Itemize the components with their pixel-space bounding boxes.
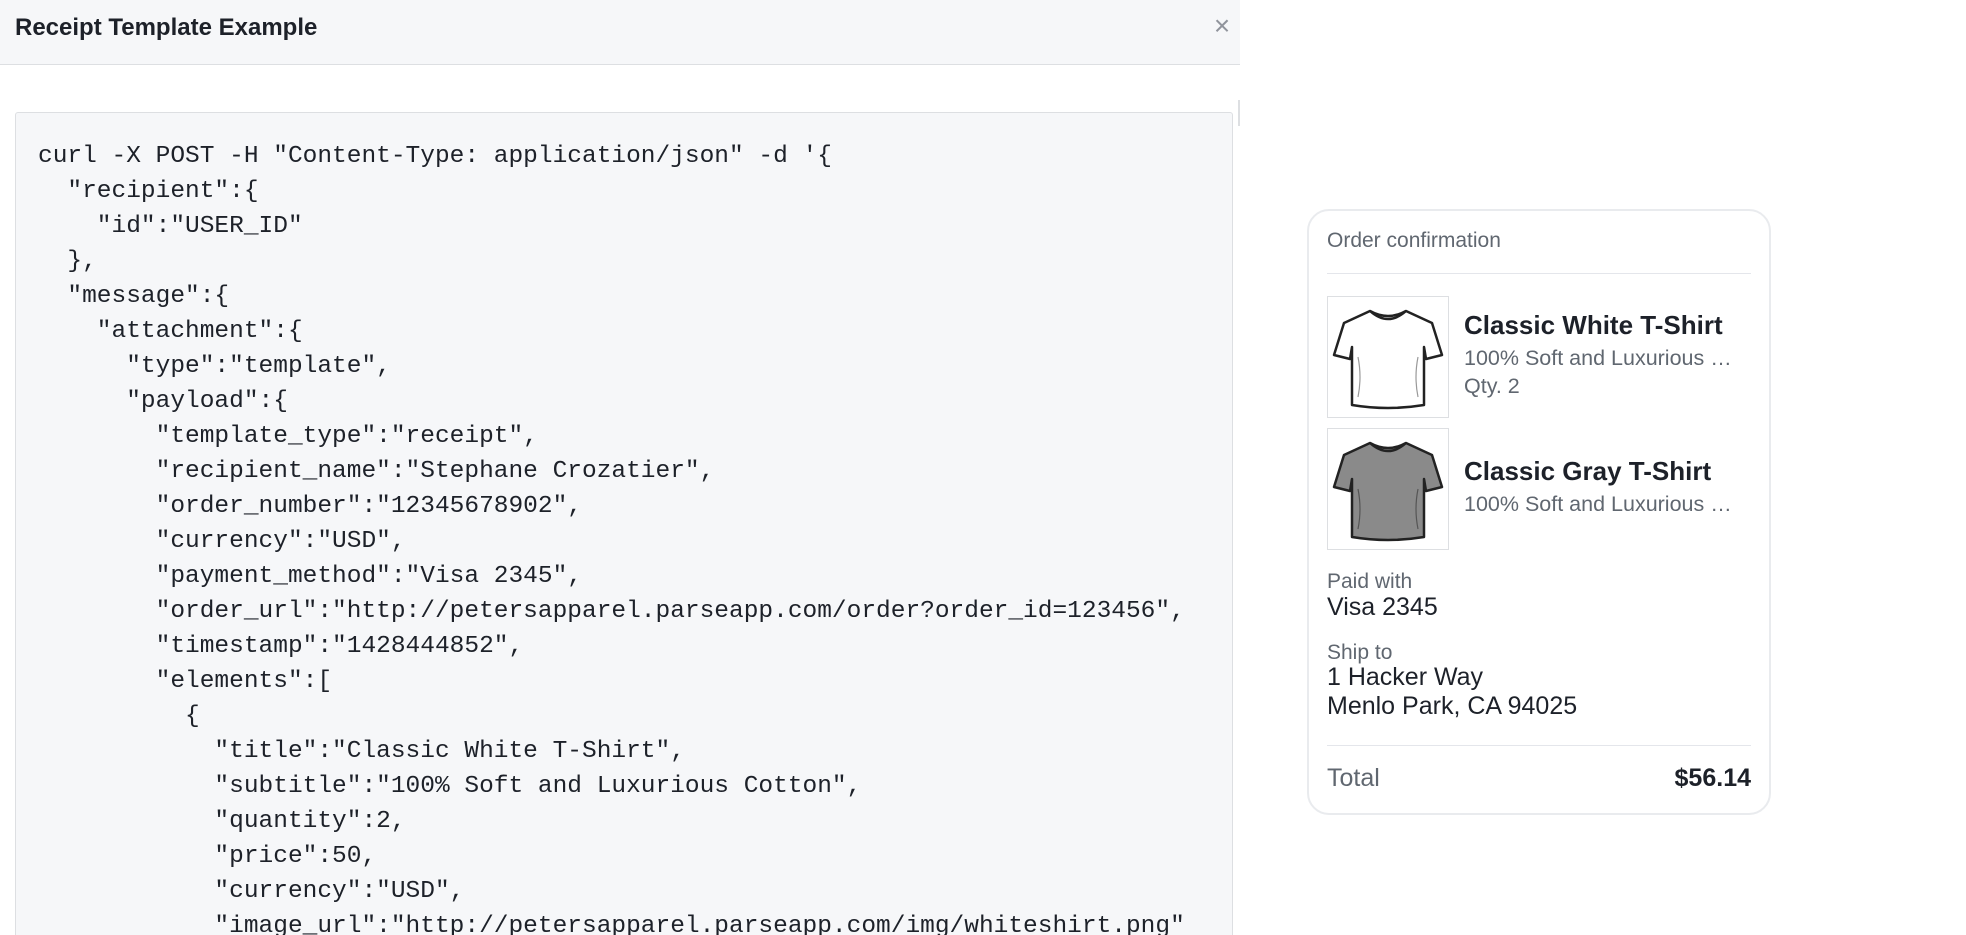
ship-to-line1: 1 Hacker Way (1327, 663, 1484, 691)
receipt-heading: Order confirmation (1327, 229, 1501, 252)
item-subtitle: 100% Soft and Luxurious Cotton (1464, 492, 1747, 516)
scrollbar-edge (1238, 100, 1240, 126)
ship-to-label: Ship to (1327, 641, 1393, 664)
receipt-preview: Order confirmation Classic White T-Shirt… (1307, 209, 1771, 815)
dialog-header: Receipt Template Example × (0, 0, 1240, 65)
item-title: Classic Gray T-Shirt (1464, 456, 1712, 486)
receipt-item: Classic White T-Shirt 100% Soft and Luxu… (1327, 296, 1757, 420)
gray-tshirt-icon (1327, 428, 1449, 550)
close-icon[interactable]: × (1208, 12, 1236, 40)
receipt-template-dialog: Receipt Template Example × curl -X POST … (0, 0, 1240, 935)
code-sample-block: curl -X POST -H "Content-Type: applicati… (15, 112, 1233, 935)
item-quantity: Qty. 2 (1464, 374, 1520, 398)
receipt-item: Classic Gray T-Shirt 100% Soft and Luxur… (1327, 428, 1757, 552)
total-label: Total (1327, 764, 1380, 792)
item-subtitle: 100% Soft and Luxurious Cotton (1464, 346, 1747, 370)
white-tshirt-icon (1327, 296, 1449, 418)
divider (1327, 745, 1751, 746)
paid-with-label: Paid with (1327, 570, 1413, 593)
dialog-title: Receipt Template Example (15, 14, 318, 41)
paid-with-value: Visa 2345 (1327, 593, 1438, 621)
ship-to-line2: Menlo Park, CA 94025 (1327, 692, 1578, 720)
total-value: $56.14 (1674, 764, 1751, 792)
item-title: Classic White T-Shirt (1464, 310, 1723, 340)
divider (1327, 273, 1751, 274)
code-sample-text: curl -X POST -H "Content-Type: applicati… (38, 143, 1185, 935)
